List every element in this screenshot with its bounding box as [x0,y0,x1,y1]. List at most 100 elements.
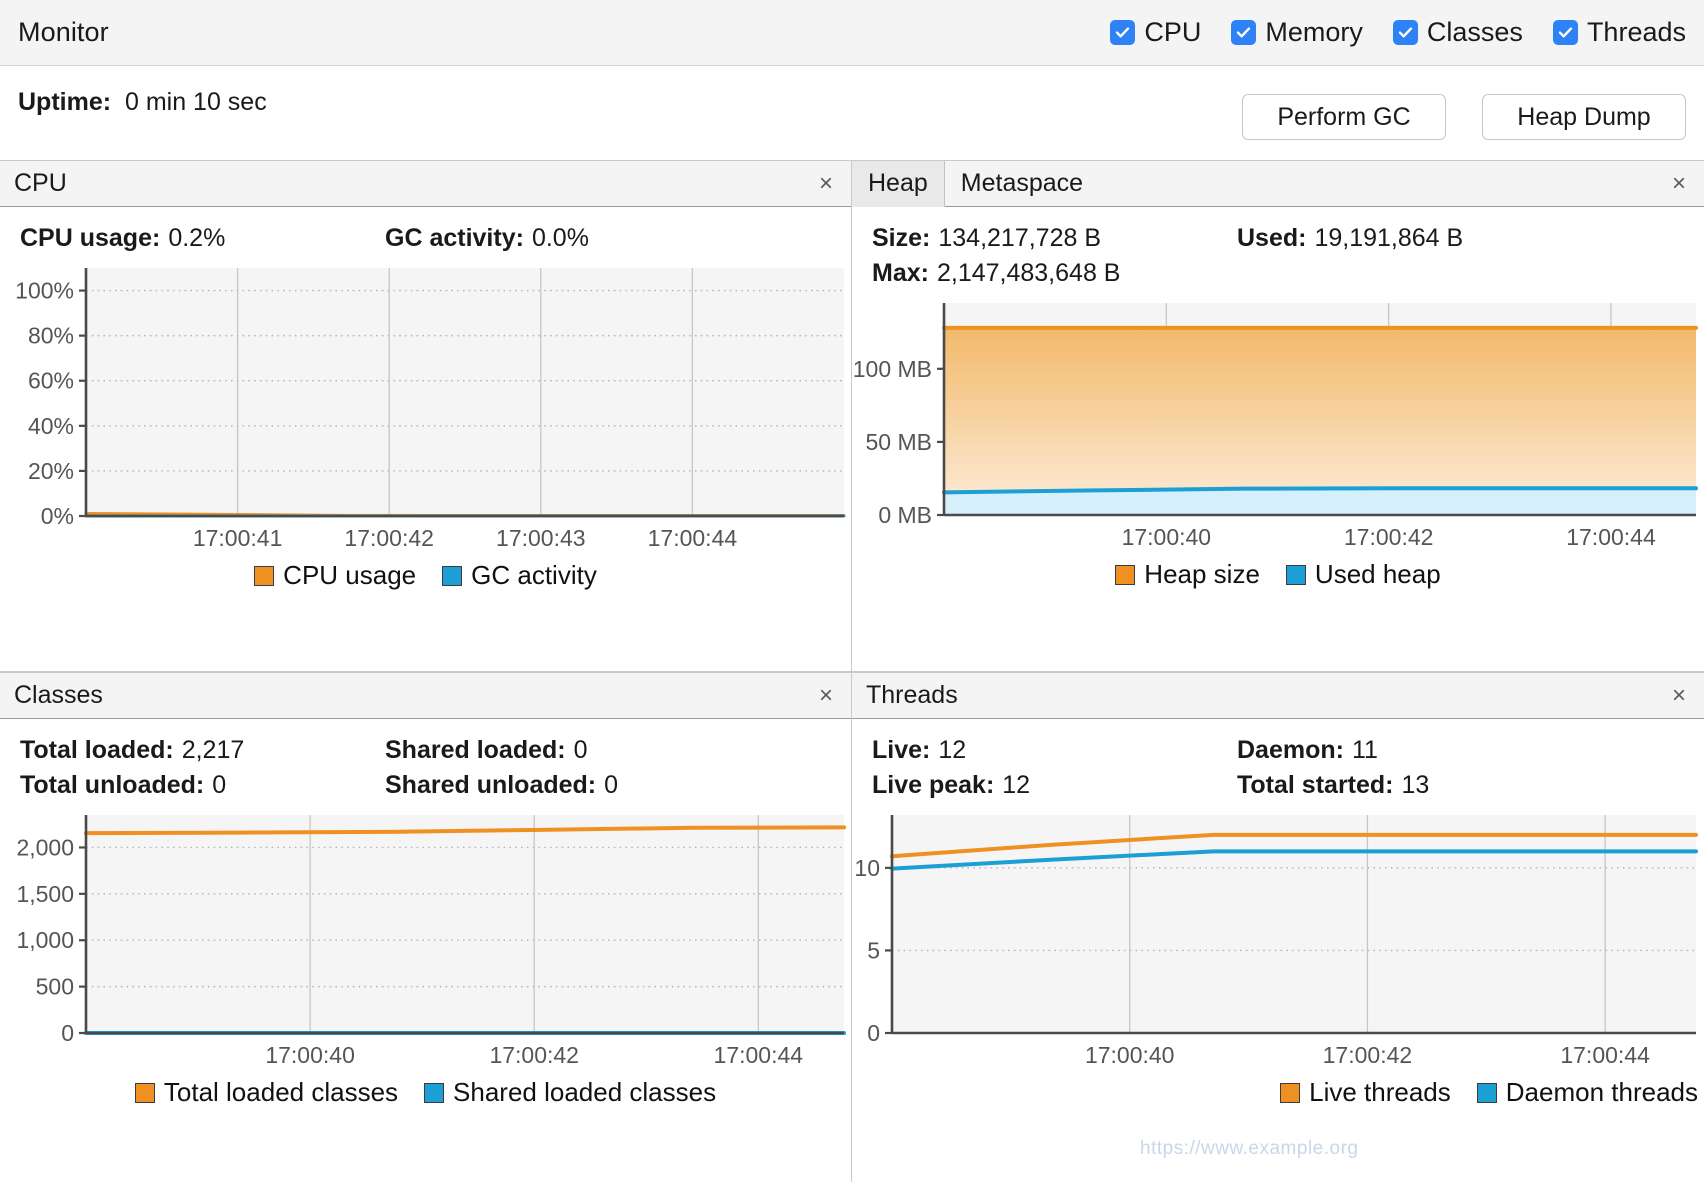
live-value: 12 [938,736,967,764]
svg-text:17:00:44: 17:00:44 [714,1042,804,1068]
close-icon[interactable]: × [813,161,839,207]
legend-item[interactable]: Shared loaded classes [424,1077,716,1108]
legend-item[interactable]: Total loaded classes [134,1077,399,1108]
classes-stats: Total loaded: 2,217 Shared loaded: 0 Tot… [0,719,851,807]
svg-text:0%: 0% [41,503,74,529]
checkbox-memory-label: Memory [1265,17,1363,47]
svg-text:0: 0 [61,1020,74,1046]
svg-text:100 MB: 100 MB [853,356,932,382]
legend-label: Shared loaded classes [453,1077,717,1107]
heap-chart[interactable]: 0 MB 50 MB 100 MB 17:00:40 17:00:42 17:00:44 [852,295,1704,559]
svg-text:60%: 60% [28,368,74,394]
svg-text:17:00:44: 17:00:44 [1560,1042,1650,1068]
page-title: Monitor [18,17,109,47]
threads-chart[interactable]: 0 5 10 17:00:40 17:00:42 17:00:44 [852,807,1704,1077]
legend-item[interactable]: GC activity [442,560,597,591]
uptime-label: Uptime: [18,88,112,116]
checkbox-cpu-label: CPU [1144,17,1202,47]
uptime-readout: Uptime: 0 min 10 sec [18,88,267,117]
cpu-chart[interactable]: 0% 20% 40% 60% 80% 100% 17:00:41 17:00:42 17:00:… [0,260,851,560]
total-unloaded-label: Total unloaded: [20,771,205,799]
heap-chart-legend: Heap size Used heap [852,559,1704,590]
classes-panel-header: Classes × [0,673,851,719]
legend-swatch-blue [1285,564,1306,585]
total-unloaded-stat: Total unloaded: 0 [20,768,385,803]
cpu-usage-stat: CPU usage: 0.2% [20,221,385,256]
svg-text:100%: 100% [15,278,74,304]
gc-activity-label: GC activity: [385,224,524,252]
checkbox-threads-label: Threads [1586,17,1686,47]
threads-panel: Threads × Live: 12 Daemon: 11 Live peak:… [852,672,1704,1182]
tab-heap[interactable]: Heap [852,161,945,207]
classes-panel: Classes × Total loaded: 2,217 Shared loa… [0,672,852,1182]
legend-item[interactable]: CPU usage [254,560,416,591]
checkbox-classes-label: Classes [1426,17,1523,47]
checkbox-memory[interactable]: Memory [1231,17,1363,48]
heap-used-value: 19,191,864 B [1314,224,1464,252]
cpu-panel: CPU × CPU usage: 0.2% GC activity: 0.0% … [0,160,852,672]
checkbox-classes[interactable]: Classes [1392,17,1523,48]
shared-unloaded-value: 0 [604,771,619,799]
perform-gc-button[interactable]: Perform GC [1242,94,1446,140]
legend-label: Daemon threads [1505,1077,1698,1107]
legend-swatch-blue [1476,1082,1497,1103]
threads-panel-header: Threads × [852,673,1704,719]
total-started-label: Total started: [1237,771,1394,799]
svg-text:40%: 40% [28,413,74,439]
shared-unloaded-label: Shared unloaded: [385,771,597,799]
legend-label: Live threads [1309,1077,1451,1107]
legend-swatch-orange [254,565,275,586]
legend-item[interactable]: Heap size [1115,559,1260,590]
threads-chart-legend: Live threads Daemon threads [852,1077,1704,1108]
svg-text:17:00:40: 17:00:40 [265,1042,355,1068]
svg-text:17:00:40: 17:00:40 [1085,1042,1175,1068]
svg-text:17:00:42: 17:00:42 [1344,524,1434,550]
panel-toggle-group: CPU Memory Classes Threads [1110,17,1686,48]
cpu-stats: CPU usage: 0.2% GC activity: 0.0% [0,207,851,260]
svg-text:20%: 20% [28,458,74,484]
svg-text:17:00:41: 17:00:41 [193,525,283,551]
svg-text:17:00:43: 17:00:43 [496,525,586,551]
svg-text:50 MB: 50 MB [866,429,932,455]
close-icon[interactable]: × [813,673,839,719]
close-icon[interactable]: × [1666,673,1692,719]
legend-item[interactable]: Used heap [1285,559,1441,590]
live-peak-value: 12 [1002,771,1031,799]
legend-item[interactable]: Live threads [1280,1077,1451,1108]
legend-swatch-blue [442,565,463,586]
tab-metaspace[interactable]: Metaspace [945,161,1099,206]
live-threads-stat: Live: 12 [872,733,1237,768]
svg-text:10: 10 [854,855,880,881]
monitor-toolbar: Monitor CPU Memory Classes Threads [0,0,1704,66]
close-icon[interactable]: × [1666,161,1692,207]
cpu-chart-svg: 0% 20% 40% 60% 80% 100% 17:00:41 17:00:42 17:00:… [15,268,846,551]
cpu-panel-header: CPU × [0,161,851,207]
svg-text:0: 0 [867,1020,880,1046]
checkbox-threads[interactable]: Threads [1552,17,1686,48]
legend-label: Total loaded classes [163,1077,399,1107]
svg-text:17:00:42: 17:00:42 [344,525,434,551]
threads-chart-svg: 0 5 10 17:00:40 17:00:42 17:00:44 [854,815,1698,1068]
monitor-window: Monitor CPU Memory Classes Threads Uptim… [0,0,1704,1182]
heap-dump-button[interactable]: Heap Dump [1482,94,1686,140]
checkbox-cpu[interactable]: CPU [1110,17,1201,48]
heap-used-stat: Used: 19,191,864 B [1237,221,1463,256]
legend-label: Heap size [1144,559,1260,589]
svg-text:17:00:42: 17:00:42 [1323,1042,1413,1068]
svg-text:500: 500 [36,974,74,1000]
threads-panel-title: Threads [866,681,958,709]
legend-swatch-orange [1115,564,1136,585]
legend-item[interactable]: Daemon threads [1476,1077,1698,1108]
total-loaded-value: 2,217 [181,736,245,764]
legend-swatch-orange [134,1082,155,1103]
svg-text:2,000: 2,000 [16,834,74,860]
live-peak-stat: Live peak: 12 [872,768,1237,803]
svg-text:17:00:44: 17:00:44 [1566,524,1656,550]
classes-chart[interactable]: 0 500 1,000 1,500 2,000 17:00:40 17:00:42 17:00… [0,807,851,1077]
svg-text:0 MB: 0 MB [878,502,932,528]
heap-max-stat: Max: 2,147,483,648 B [872,256,1237,291]
svg-text:80%: 80% [28,323,74,349]
cpu-usage-value: 0.2% [168,224,226,252]
cpu-chart-legend: CPU usage GC activity [0,560,851,591]
uptime-bar: Uptime: 0 min 10 sec Perform GC Heap Dum… [0,66,1704,158]
